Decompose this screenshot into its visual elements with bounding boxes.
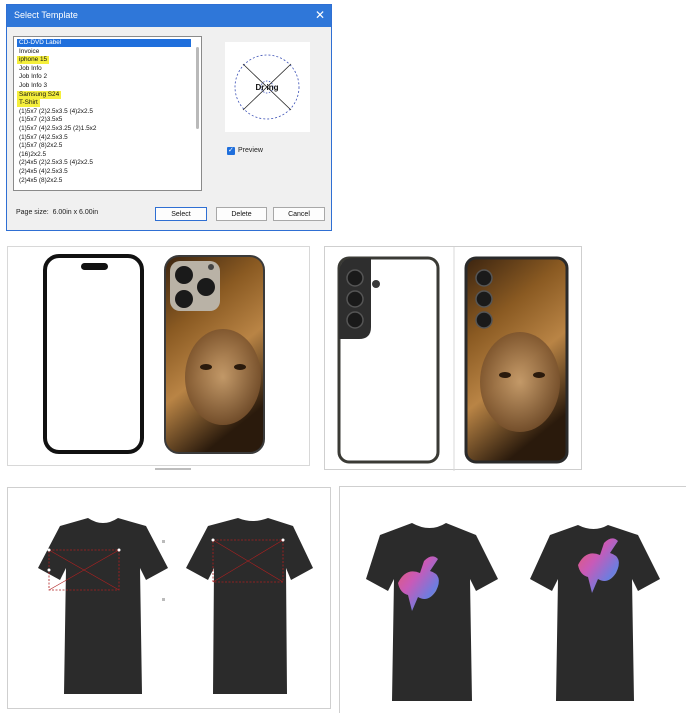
template-list[interactable]: CD-DVD Label Invoice iphone 15 Job Info Job … (13, 36, 202, 191)
lion-face (480, 332, 560, 432)
samsung-artwork (337, 247, 569, 471)
template-list-item[interactable]: Job Info 2 (17, 73, 49, 81)
template-list-item[interactable]: iphone 15 (17, 56, 50, 65)
select-button[interactable]: Select (155, 207, 207, 221)
lion-eye (234, 364, 246, 370)
camera-flash (208, 264, 214, 270)
close-icon[interactable]: ✕ (315, 8, 325, 22)
camera-lens (175, 290, 193, 308)
tshirt-back (186, 518, 313, 694)
lion-face (185, 329, 261, 425)
lion-eye (200, 364, 212, 370)
guide-handle[interactable] (162, 540, 165, 543)
preview-text: Dr ing (255, 83, 278, 92)
template-list-item[interactable]: (1)5x7 (8)2x2.5 (17, 142, 64, 150)
tshirt-template-panel (7, 487, 331, 709)
tshirt-back (530, 525, 660, 701)
guide-handle[interactable] (281, 538, 285, 542)
dialog-title: Select Template (14, 10, 78, 20)
template-list-item[interactable]: (2)4x5 (4)2.5x3.5 (17, 168, 70, 176)
guide-handle[interactable] (47, 568, 51, 572)
camera-lens (175, 266, 193, 284)
camera-lens (475, 269, 493, 287)
tshirt-printed-panel (339, 486, 686, 713)
template-list-item[interactable]: (16)2x2.5 (17, 151, 48, 159)
select-template-dialog: Select Template ✕ CD-DVD Label Invoice iph… (6, 4, 332, 231)
list-scrollbar[interactable] (196, 47, 199, 129)
tshirt-front (38, 518, 168, 694)
template-list-item[interactable]: Invoice (17, 48, 41, 56)
tshirt-template-artwork (38, 518, 313, 694)
guide-handle[interactable] (162, 598, 165, 601)
template-list-item[interactable]: T-Shirt (17, 99, 40, 108)
template-list-item[interactable]: (2)4x5 (8)2x2.5 (17, 177, 64, 185)
guide-handle[interactable] (117, 548, 121, 552)
template-preview: Dr ing (225, 42, 310, 132)
guide-handle[interactable] (47, 548, 51, 552)
tshirt-printed-artwork (366, 523, 660, 701)
delete-button[interactable]: Delete (216, 207, 267, 221)
horizontal-scroll-thumb[interactable] (155, 468, 191, 470)
template-list-item[interactable]: (1)5x7 (4)2.5x3.25 (2)1.5x2 (17, 125, 98, 133)
camera-flash (372, 280, 380, 288)
camera-lens (475, 311, 493, 329)
preview-checkbox[interactable] (227, 146, 235, 155)
iphone-template-panel (7, 246, 310, 466)
iphone-dynamic-island (81, 263, 108, 270)
preview-label: Preview (238, 147, 263, 154)
tshirt-front (366, 523, 498, 701)
template-list-item[interactable]: (1)5x7 (4)2.5x3.5 (17, 134, 70, 142)
camera-lens (346, 290, 364, 308)
lion-eye (499, 372, 511, 378)
template-list-item[interactable]: (2)4x5 (2)2.5x3.5 (4)2x2.5 (17, 159, 95, 167)
camera-lens (197, 278, 215, 296)
preview-graphic: Dr ing (234, 54, 300, 120)
dialog-titlebar: Select Template ✕ (7, 5, 331, 27)
template-list-item[interactable]: CD-DVD Label (17, 39, 191, 47)
samsung-template-panel (324, 246, 582, 471)
template-list-item[interactable]: Samsung S24 (17, 90, 62, 99)
page-size-value: 6.00in x 6.00in (52, 209, 99, 216)
iphone-artwork (43, 254, 265, 454)
page-size-row: Page size: 6.00in x 6.00in (16, 209, 98, 216)
template-list-item[interactable]: (1)5x7 (2)3.5x5 (17, 116, 64, 124)
camera-lens (346, 269, 364, 287)
page-size-label: Page size: (16, 209, 49, 216)
cancel-button[interactable]: Cancel (273, 207, 325, 221)
guide-handle[interactable] (211, 538, 215, 542)
camera-lens (346, 311, 364, 329)
template-list-item[interactable]: Job Info 3 (17, 82, 49, 90)
lion-eye (533, 372, 545, 378)
iphone-template-outline (43, 254, 144, 454)
template-list-item[interactable]: (1)5x7 (2)2.5x3.5 (4)2x2.5 (17, 108, 95, 116)
camera-lens (475, 290, 493, 308)
template-list-item[interactable]: Job Info (17, 65, 44, 73)
